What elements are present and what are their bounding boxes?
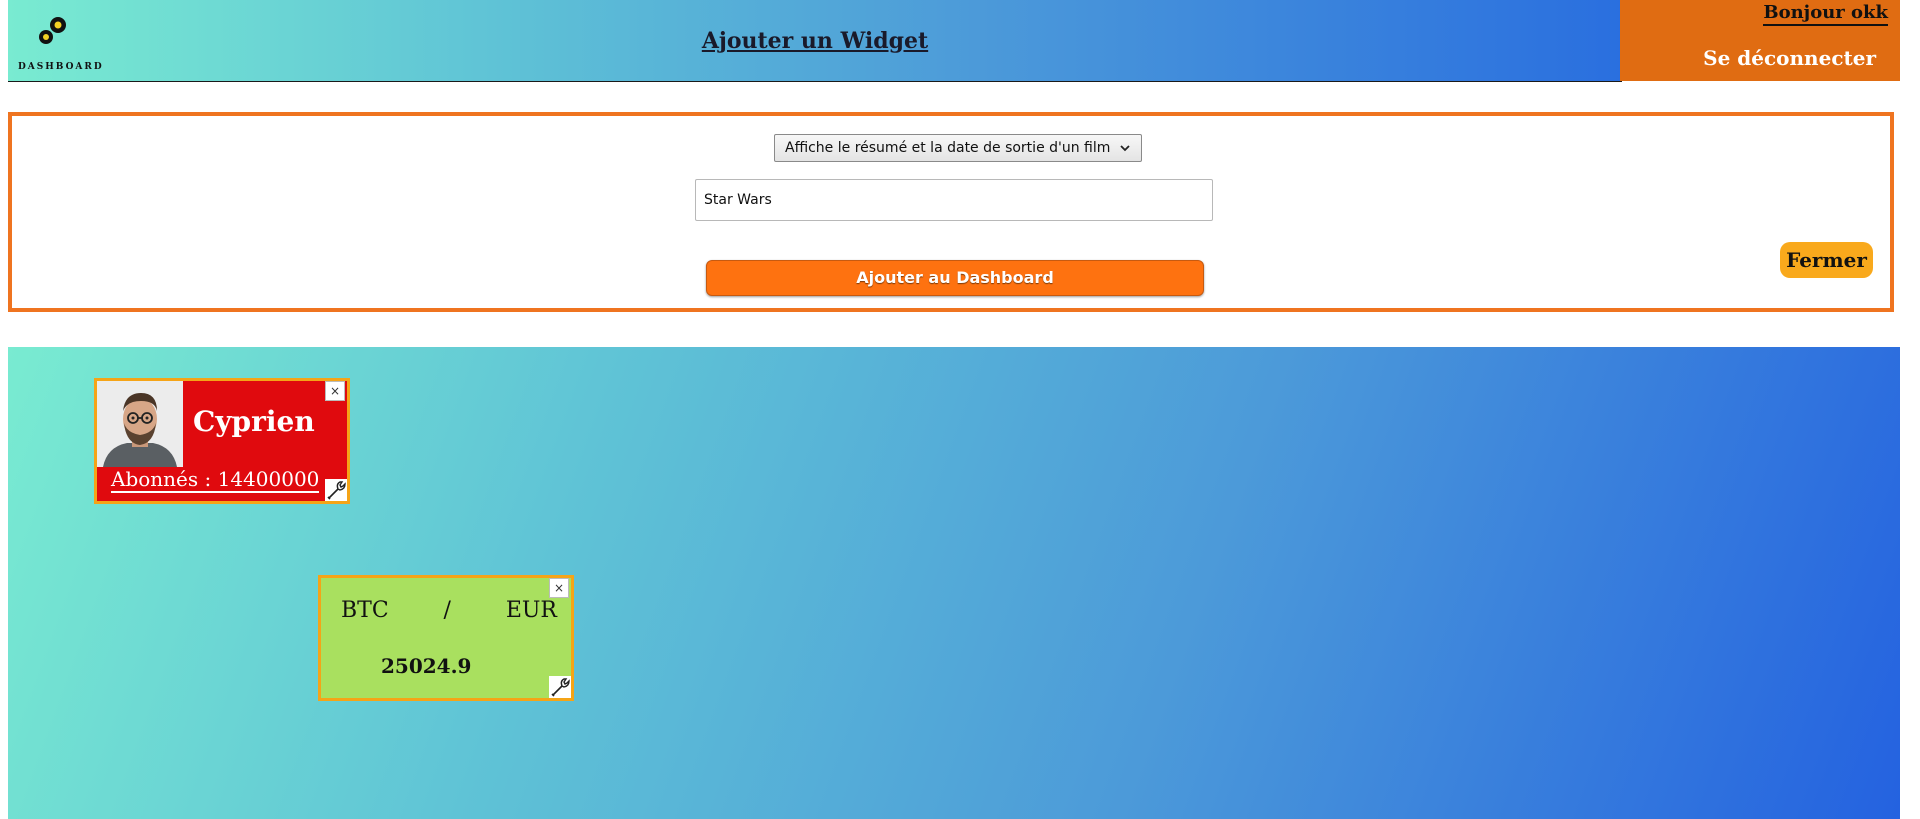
- settings-wrench-icon: [551, 678, 570, 697]
- user-greeting[interactable]: Bonjour okk: [1763, 2, 1888, 26]
- remove-widget-button[interactable]: ×: [325, 381, 345, 401]
- exchange-rate: 25024.9: [381, 654, 472, 678]
- chevron-down-icon: [1120, 145, 1130, 152]
- close-panel-button[interactable]: Fermer: [1780, 242, 1873, 278]
- subscriber-count[interactable]: Abonnés : 14400000: [111, 467, 320, 493]
- add-widget-panel: Affiche le résumé et la date de sortie d…: [8, 112, 1894, 312]
- channel-name: Cyprien: [193, 405, 315, 438]
- currency-pair: BTC / EUR: [341, 598, 557, 623]
- quote-currency: EUR: [505, 598, 557, 623]
- pair-separator: /: [443, 598, 451, 623]
- wrench-icon[interactable]: [549, 676, 571, 698]
- settings-wrench-icon: [327, 481, 346, 500]
- top-header: DASHBOARD Ajouter un Widget: [8, 0, 1622, 82]
- remove-widget-button[interactable]: ×: [549, 578, 569, 598]
- base-currency: BTC: [341, 598, 389, 623]
- avatar: [97, 381, 183, 467]
- service-select-value: Affiche le résumé et la date de sortie d…: [785, 140, 1111, 156]
- crypto-widget[interactable]: BTC / EUR 25024.9 ×: [318, 575, 574, 701]
- add-widget-link[interactable]: Ajouter un Widget: [8, 28, 1622, 54]
- logout-button[interactable]: Se déconnecter: [1703, 46, 1876, 70]
- youtube-widget[interactable]: Cyprien Abonnés : 14400000 ×: [94, 378, 350, 504]
- channel-avatar-image: [97, 381, 183, 467]
- add-to-dashboard-button[interactable]: Ajouter au Dashboard: [706, 260, 1204, 296]
- service-select[interactable]: Affiche le résumé et la date de sortie d…: [774, 134, 1142, 162]
- logo-text: DASHBOARD: [18, 62, 104, 72]
- user-box: Bonjour okk Se déconnecter: [1620, 0, 1900, 81]
- widget-param-input[interactable]: Star Wars: [695, 179, 1213, 221]
- wrench-icon[interactable]: [325, 479, 347, 501]
- dashboard-area: Cyprien Abonnés : 14400000 × BTC / EUR 2…: [8, 347, 1900, 819]
